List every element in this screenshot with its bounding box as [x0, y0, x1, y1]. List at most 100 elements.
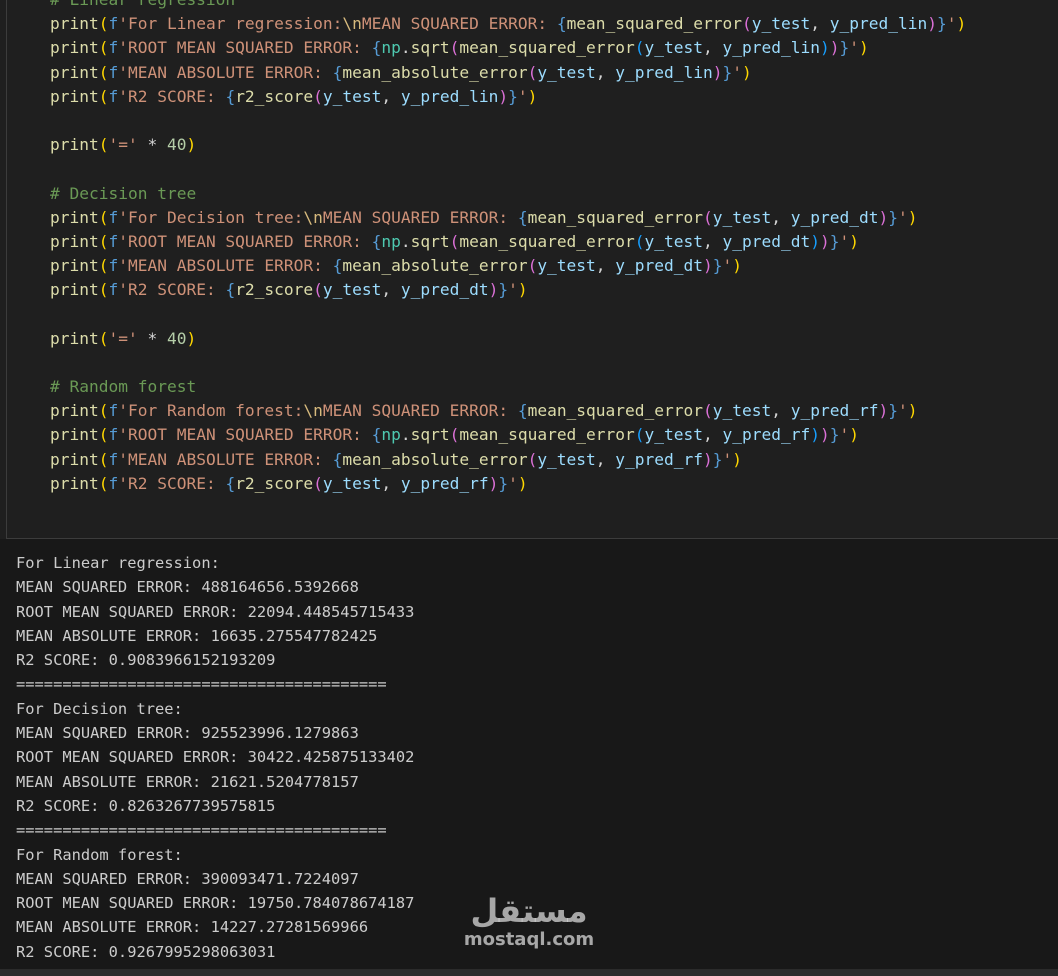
code-line: print (f'For Linear regression:\nMEAN SQU… [50, 12, 966, 36]
code-token: 'For Linear regression: [118, 14, 343, 34]
code-token: mean_squared_error [527, 207, 704, 227]
code-token: 'R2 SCORE: [118, 86, 226, 106]
code-token: 40 [166, 135, 187, 155]
code-line: print (f'MEAN ABSOLUTE ERROR: {mean_absol… [50, 61, 966, 85]
code-token: ) [859, 38, 869, 58]
code-token: , [381, 280, 401, 300]
code-token: ' [722, 256, 733, 276]
code-token: } [508, 86, 518, 106]
code-token: } [712, 449, 723, 469]
code-token: ) [186, 328, 197, 348]
code-token: y_pred_dt [400, 280, 489, 300]
code-token: y_test [322, 473, 382, 493]
code-token: y_test [322, 86, 382, 106]
notebook-view: # Linear regressionprint(f'For Linear re… [0, 0, 1058, 976]
code-token: } [839, 38, 850, 58]
code-token: f [108, 256, 119, 276]
code-token: r2_score [235, 280, 314, 300]
code-token: mean_squared_error [459, 231, 635, 251]
code-token: f [108, 401, 119, 421]
code-token: ' [849, 38, 859, 58]
code-token: y_pred_dt [790, 207, 879, 227]
bottom-edge [0, 969, 1058, 976]
code-token: } [829, 231, 840, 251]
code-token: print [50, 328, 99, 348]
output-line: MEAN ABSOLUTE ERROR: 21621.5204778157 [16, 772, 359, 791]
code-token: f [108, 473, 119, 493]
code-token: ) [849, 425, 859, 445]
code-cell[interactable]: # Linear regressionprint(f'For Linear re… [6, 0, 1058, 539]
code-token: '=' [108, 135, 138, 155]
code-token: ) [186, 135, 197, 155]
code-editor[interactable]: # Linear regressionprint(f'For Linear re… [50, 0, 966, 496]
code-token: { [371, 425, 382, 445]
code-token: r2_score [235, 473, 314, 493]
code-token: 'R2 SCORE: [118, 473, 226, 493]
code-token: ' [897, 401, 908, 421]
code-token: { [332, 449, 343, 469]
code-token: print [50, 86, 99, 106]
code-token: ) [927, 14, 937, 34]
code-token: } [888, 207, 898, 227]
code-line: print (f'MEAN ABSOLUTE ERROR: {mean_absol… [50, 448, 966, 472]
code-token: y_test [537, 449, 596, 469]
code-token: * [137, 328, 167, 348]
code-token: print [50, 231, 99, 251]
code-token: ( [313, 86, 323, 106]
code-token: , [595, 62, 616, 82]
code-token: ) [829, 38, 840, 58]
code-token: , [703, 425, 723, 445]
output-line: For Linear regression: [16, 554, 220, 572]
code-token: ) [810, 231, 820, 251]
code-token: y_pred_rf [615, 449, 704, 469]
code-token: ' [517, 86, 528, 106]
code-line: print(f'R2 SCORE: {r2_score(y_test, y_pr… [50, 85, 966, 109]
output-line: ROOT MEAN SQUARED ERROR: 19750.784078674… [16, 894, 415, 913]
code-token: y_pred_lin [615, 62, 713, 82]
code-token: } [498, 280, 509, 300]
code-token: f [108, 425, 119, 445]
output-line: R2 SCORE: 0.8263267739575815 [16, 796, 276, 815]
code-token: 'ROOT MEAN SQUARED ERROR: [118, 425, 372, 445]
code-token: y_pred_lin [400, 86, 499, 106]
code-token: ) [849, 231, 859, 251]
code-token: ' [897, 207, 908, 227]
watermark-arabic-logo: مستقل [470, 892, 588, 930]
code-token: ) [820, 231, 830, 251]
code-token: r2_score [235, 86, 314, 106]
code-token: 'R2 SCORE: [118, 280, 226, 300]
code-token: y_pred_rf [790, 401, 879, 421]
code-token: ) [517, 473, 528, 493]
code-token: { [332, 256, 343, 276]
code-token: { [332, 62, 343, 82]
code-token: { [517, 207, 528, 227]
code-token: 40 [166, 328, 187, 348]
code-token: ( [634, 425, 645, 445]
code-token: np [381, 425, 401, 445]
code-token: { [225, 280, 236, 300]
code-line: # Random forest [50, 375, 966, 399]
code-token: ( [634, 231, 645, 251]
code-token: print [50, 401, 99, 421]
code-token: print [50, 425, 99, 445]
code-token: { [225, 473, 236, 493]
code-token: print [50, 256, 99, 276]
code-token: , [771, 401, 791, 421]
code-token: 'ROOT MEAN SQUARED ERROR: [118, 38, 372, 58]
code-line: print (f'MEAN ABSOLUTE ERROR: {mean_absol… [50, 254, 966, 278]
code-token: f [108, 14, 119, 34]
code-token: ) [703, 449, 713, 469]
code-token: ) [703, 256, 713, 276]
code-line: print('=' * 40) [50, 327, 966, 351]
code-token: mean_squared_error [459, 425, 635, 445]
output-line: R2 SCORE: 0.9267995298063031 [16, 942, 276, 961]
code-token: ( [703, 401, 713, 421]
code-token: ' [508, 473, 518, 493]
code-line: print(f'R2 SCORE: {r2_score(y_test, y_pr… [50, 472, 966, 496]
code-line: print('=' * 40) [50, 133, 966, 157]
code-token: mean_absolute_error [342, 449, 528, 469]
code-token: f [108, 207, 119, 227]
code-token: y_pred_dt [615, 256, 704, 276]
